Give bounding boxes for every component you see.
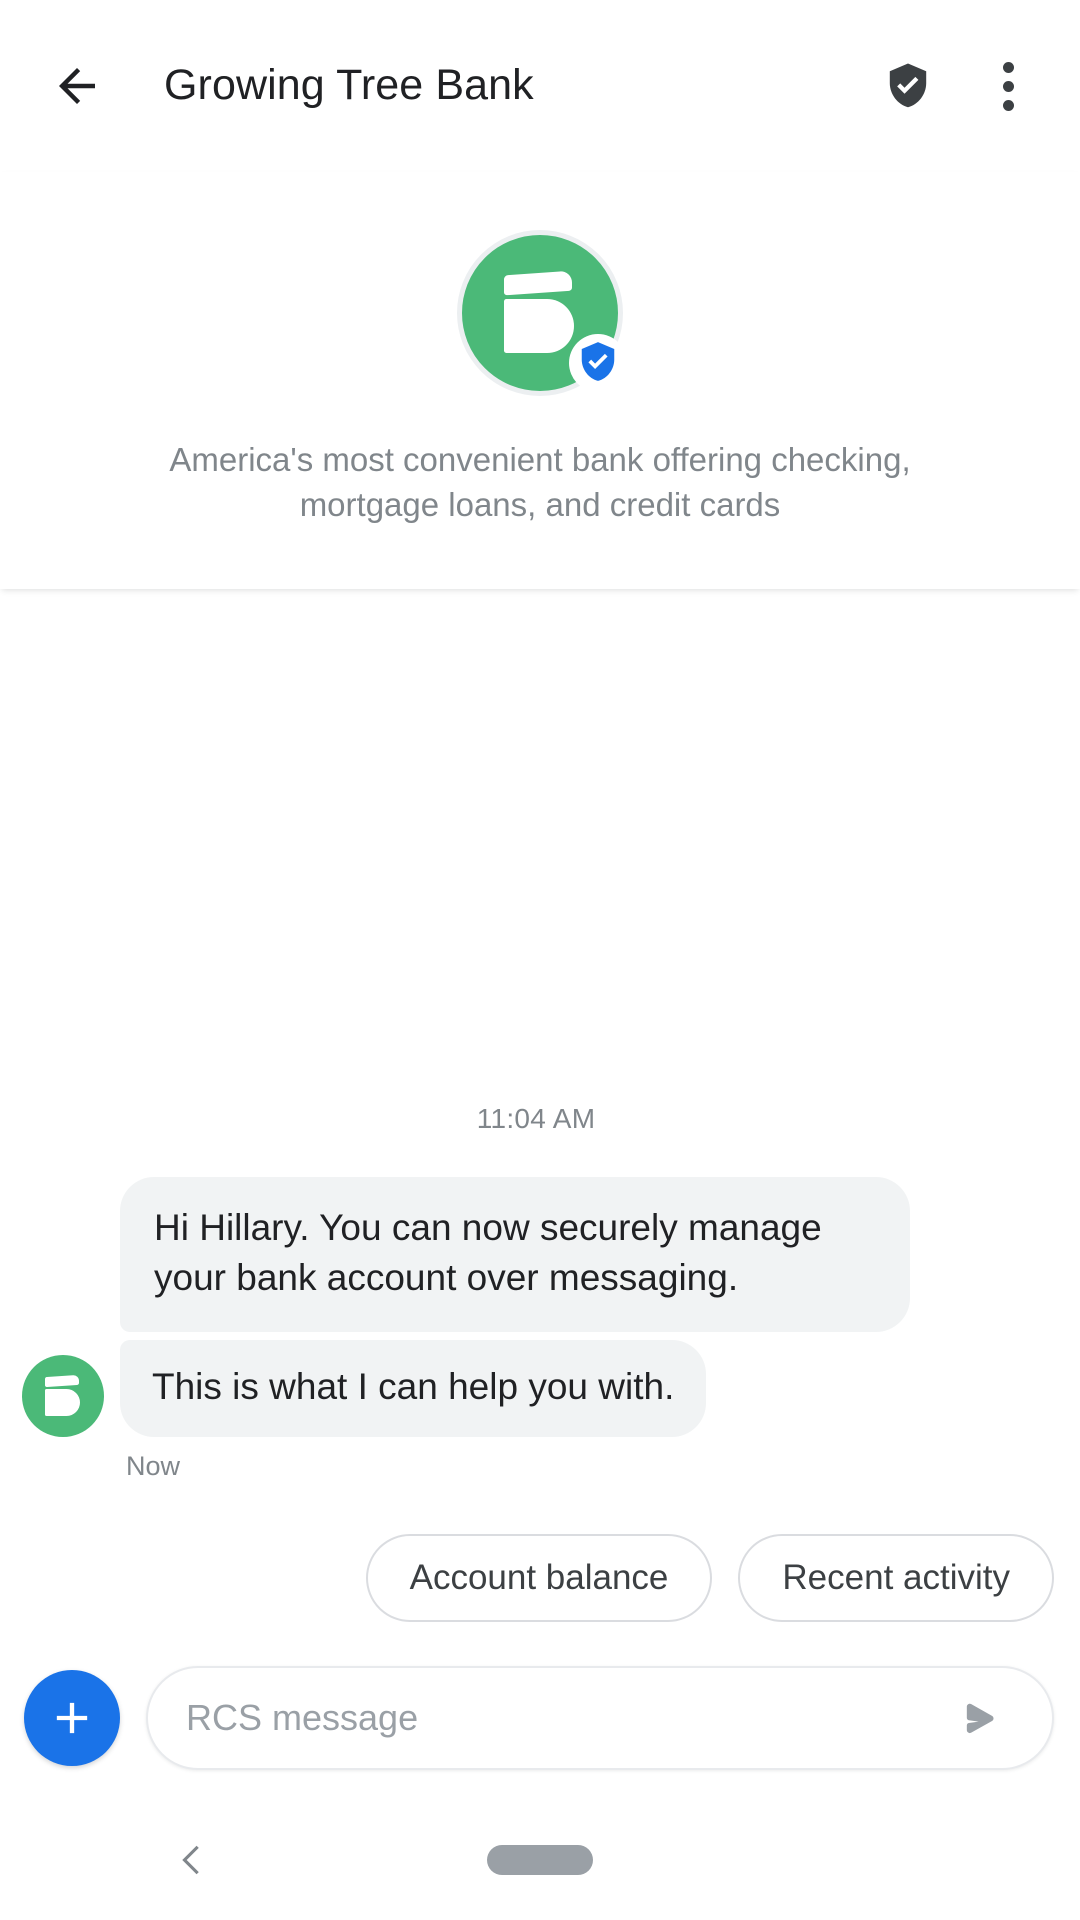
conversation-timestamp: 11:04 AM [476, 1103, 596, 1135]
shield-check-icon [889, 63, 927, 108]
attach-button[interactable] [24, 1670, 120, 1766]
brand-description: America's most convenient bank offering … [169, 441, 911, 523]
chevron-left-icon [182, 1845, 199, 1875]
message-status: Now [126, 1451, 181, 1481]
more-vert-icon [1002, 61, 1014, 111]
app-bar-actions [872, 50, 1044, 122]
message-composer [0, 1622, 1080, 1800]
conversation-thread: 11:04 AM Hi Hillary. You can now securel… [0, 589, 1080, 1482]
back-button[interactable] [40, 49, 114, 123]
send-icon [966, 1703, 994, 1734]
brand-avatar-wrapper[interactable] [457, 230, 627, 396]
leaf-logo-icon [44, 1374, 82, 1416]
brand-header-card: America's most convenient bank offering … [0, 172, 1080, 590]
avatar [22, 1355, 104, 1437]
arrow-left-icon [59, 68, 95, 104]
messaging-screen: Growing Tree Bank America's most conveni… [0, 0, 1080, 1920]
suggestion-chip-account-balance[interactable]: Account balance [365, 1534, 713, 1622]
overflow-menu-button[interactable] [972, 50, 1044, 122]
app-bar: Growing Tree Bank [0, 0, 1080, 172]
suggested-replies: Account balance Recent activity [0, 1482, 1080, 1622]
message-row: This is what I can help you with. [22, 1339, 1050, 1437]
send-button[interactable] [946, 1682, 1018, 1754]
verified-business-button[interactable] [872, 50, 944, 122]
plus-icon [56, 1702, 88, 1734]
suggestion-chip-recent-activity[interactable]: Recent activity [738, 1534, 1054, 1622]
message-bubble[interactable]: Hi Hillary. You can now securely manage … [120, 1177, 910, 1332]
sender-avatar-slot [22, 1355, 104, 1437]
message-input-container[interactable] [146, 1666, 1054, 1770]
android-nav-bar [0, 1800, 1080, 1920]
message-input[interactable] [186, 1697, 946, 1739]
leaf-logo-icon [502, 270, 578, 353]
verified-shield-icon [581, 342, 615, 381]
page-title: Growing Tree Bank [164, 61, 534, 110]
nav-back-button[interactable] [164, 1830, 224, 1890]
message-row: Hi Hillary. You can now securely manage … [22, 1177, 1050, 1339]
verified-badge [569, 334, 627, 392]
home-pill-indicator[interactable] [487, 1845, 593, 1875]
message-bubble[interactable]: This is what I can help you with. [120, 1339, 707, 1437]
